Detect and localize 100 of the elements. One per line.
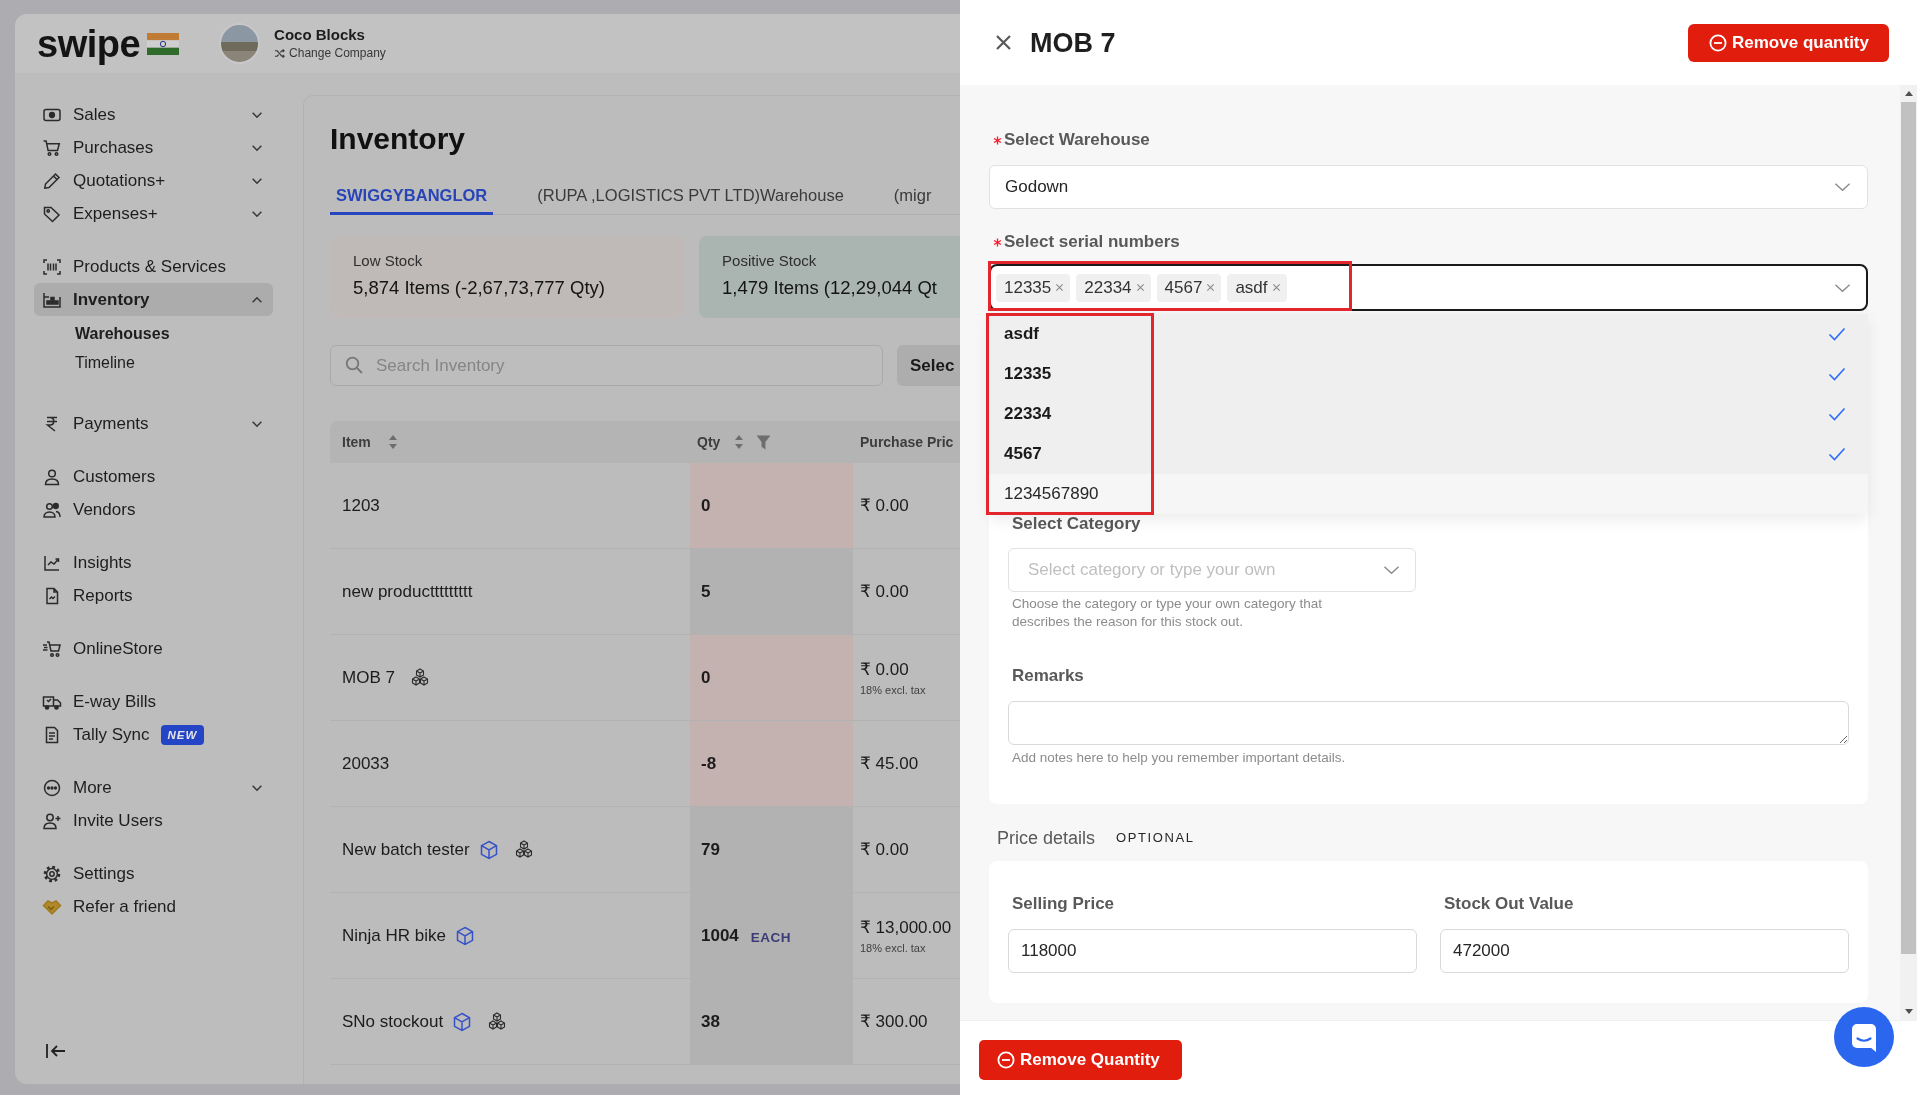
nav-item[interactable]: Reports <box>34 579 273 612</box>
price-value: ₹ 0.00 <box>860 495 909 516</box>
filter-icon[interactable] <box>756 434 772 450</box>
serial-tag[interactable]: 4567 <box>1156 273 1222 302</box>
dropdown-option[interactable]: 1234567890 <box>989 474 1868 514</box>
barcode-icon <box>42 256 62 277</box>
low-stock-card[interactable]: Low Stock 5,874 Items (-2,67,73,777 Qty) <box>330 236 685 318</box>
qty-value: 79 <box>701 839 720 860</box>
flag-icon <box>147 32 180 55</box>
dropdown-option[interactable]: 4567 <box>989 434 1868 474</box>
sort-icon[interactable] <box>387 434 398 450</box>
optional-label: OPTIONAL <box>1116 829 1195 847</box>
serial-number-select[interactable]: 12335 22334 4567 asdf <box>989 264 1868 311</box>
nav-item[interactable]: Invite Users <box>34 804 273 837</box>
nav-item[interactable]: Products & Services <box>34 250 273 283</box>
item-name[interactable]: MOB 7 <box>342 667 395 688</box>
warehouse-tab[interactable]: (migr <box>887 177 938 215</box>
nav-item[interactable]: Sales <box>34 98 273 131</box>
nav-item[interactable]: Expenses+ <box>34 197 273 230</box>
column-header[interactable]: Qty <box>690 421 853 463</box>
nav-item[interactable]: Refer a friend <box>34 890 273 923</box>
nav-item[interactable]: Payments <box>34 407 273 440</box>
chevron-down-icon <box>1834 182 1851 192</box>
stat-value: 5,874 Items (-2,67,73,777 Qty) <box>353 276 605 300</box>
company-name: Coco Blocks <box>274 26 366 44</box>
check-icon <box>1828 407 1846 421</box>
search-field[interactable]: Search Inventory <box>330 345 883 386</box>
price-input[interactable]: 472000 <box>1440 929 1849 973</box>
price-value: ₹ 13,000.00 <box>860 917 952 938</box>
dropdown-option[interactable]: 22334 <box>989 394 1868 434</box>
remove-icon[interactable] <box>1271 283 1281 292</box>
scrollbar-thumb[interactable] <box>1901 102 1916 954</box>
nav-subitem[interactable]: Timeline <box>34 348 273 377</box>
column-header[interactable]: Item <box>330 421 690 463</box>
stat-label: Low Stock <box>353 251 423 271</box>
dropdown-option[interactable]: 12335 <box>989 354 1868 394</box>
remove-icon[interactable] <box>1206 283 1216 292</box>
shuffle-icon <box>274 48 286 59</box>
serial-tag[interactable]: 12335 <box>996 273 1071 302</box>
new-badge: NEW <box>160 724 205 745</box>
swipe-logo[interactable]: swipe <box>37 23 141 64</box>
category-select[interactable]: Select category or type your own <box>1008 548 1416 592</box>
nav-item[interactable]: Purchases <box>34 131 273 164</box>
field-label: Stock Out Value <box>1443 894 1574 914</box>
nav-item[interactable]: Customers <box>34 460 273 493</box>
change-company-link[interactable]: Change Company <box>274 46 386 61</box>
nav-item[interactable]: Quotations+ <box>34 164 273 197</box>
item-name[interactable]: New batch tester <box>342 839 470 860</box>
serial-tag[interactable]: 22334 <box>1076 273 1151 302</box>
dropdown-option[interactable]: asdf <box>989 314 1868 354</box>
price-input[interactable]: 118000 <box>1008 929 1417 973</box>
warehouse-tab[interactable]: SWIGGYBANGLOR <box>330 177 494 215</box>
select-button[interactable]: Selec <box>897 345 960 386</box>
nav-item[interactable]: Inventory <box>34 283 273 316</box>
price-value: ₹ 300.00 <box>860 1011 928 1032</box>
item-name[interactable]: Ninja HR bike <box>342 925 446 946</box>
page-title: Inventory <box>330 121 466 157</box>
tax-note: 18% excl. tax <box>860 942 926 954</box>
field-label: Remarks <box>1011 666 1084 686</box>
nav-item[interactable]: E-way Bills <box>34 685 273 718</box>
nav-item[interactable]: OnlineStore <box>34 632 273 665</box>
close-icon[interactable] <box>995 34 1012 51</box>
sort-icon[interactable] <box>734 434 745 450</box>
item-name[interactable]: 1203 <box>342 495 380 516</box>
qty-value: 1004 <box>701 925 739 946</box>
scroll-down-icon[interactable] <box>1904 1009 1913 1014</box>
remarks-field[interactable] <box>1008 701 1849 745</box>
scrollbar[interactable] <box>1900 85 1917 1020</box>
stat-value: 1,479 Items (12,29,044 Qt <box>722 276 937 300</box>
chat-icon[interactable] <box>1834 1007 1894 1067</box>
item-name[interactable]: SNo stockout <box>342 1011 444 1032</box>
remove-icon[interactable] <box>1055 283 1065 292</box>
search-icon <box>345 356 363 374</box>
nav-item[interactable]: Insights <box>34 546 273 579</box>
warehouse-tab[interactable]: (RUPA ,LOGISTICS PVT LTD)Warehouse <box>531 177 850 215</box>
pencil-icon <box>42 170 62 191</box>
check-icon <box>1828 367 1846 381</box>
nav-item[interactable]: More <box>34 771 273 804</box>
remove-quantity-button[interactable]: Remove Quantity <box>979 1040 1182 1080</box>
nav-subitem[interactable]: Warehouses <box>34 319 273 348</box>
scroll-up-icon[interactable] <box>1904 91 1913 96</box>
price-value: ₹ 0.00 <box>860 839 909 860</box>
column-header[interactable]: Purchase Pric <box>853 421 960 463</box>
cube-icon <box>452 1011 473 1032</box>
remove-icon[interactable] <box>1135 283 1145 292</box>
warehouse-select[interactable]: Godown <box>989 165 1868 209</box>
positive-stock-card[interactable]: Positive Stock 1,479 Items (12,29,044 Qt <box>699 236 960 318</box>
nav-item[interactable]: Vendors <box>34 493 273 526</box>
item-name[interactable]: 20033 <box>342 753 390 774</box>
serial-tag[interactable]: asdf <box>1227 273 1287 302</box>
check-icon <box>1828 327 1846 341</box>
settings-icon <box>42 863 62 884</box>
item-name[interactable]: new producttttttttt <box>342 581 473 602</box>
avatar-photo-placeholder[interactable] <box>219 23 261 64</box>
drawer-title: MOB 7 <box>1030 26 1116 59</box>
cube-icon <box>454 925 475 946</box>
remove-quantity-button[interactable]: Remove quantity <box>1688 23 1889 62</box>
section-title: Price details <box>997 827 1096 850</box>
nav-item[interactable]: Settings <box>34 857 273 890</box>
nav-item[interactable]: Tally Sync NEW <box>34 718 273 751</box>
